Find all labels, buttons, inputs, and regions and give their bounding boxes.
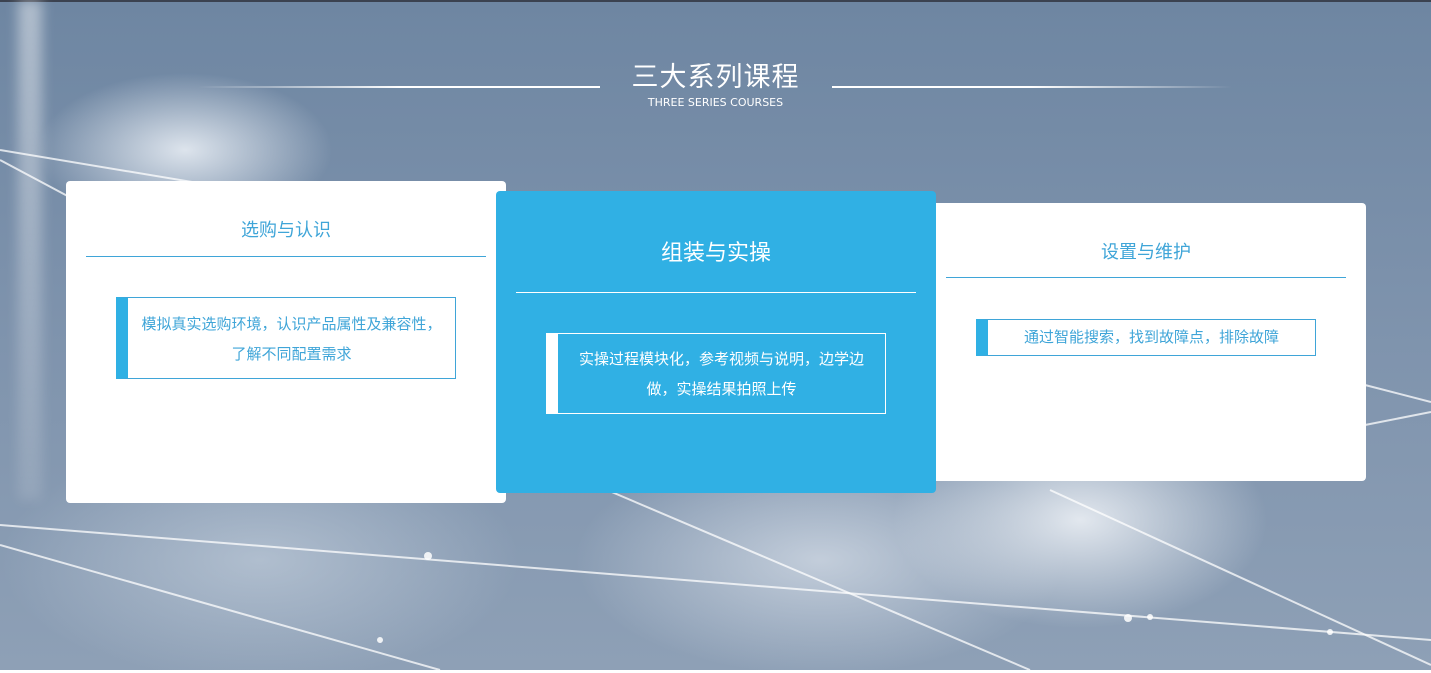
- card-divider: [946, 277, 1346, 278]
- card-divider: [86, 256, 486, 257]
- section-subtitle: THREE SERIES COURSES: [647, 96, 784, 109]
- course-card-title: 设置与维护: [1101, 242, 1191, 263]
- course-card-title: 选购与认识: [241, 220, 331, 241]
- course-card-selection[interactable]: 选购与认识 模拟真实选购环境，认识产品属性及兼容性，了解不同配置需求: [66, 181, 506, 503]
- course-card-assembly[interactable]: 组装与实操 实操过程模块化，参考视频与说明，边学边做，实操结果拍照上传: [496, 191, 936, 493]
- course-card-description: 模拟真实选购环境，认识产品属性及兼容性，了解不同配置需求: [116, 297, 456, 379]
- course-card-description: 实操过程模块化，参考视频与说明，边学边做，实操结果拍照上传: [546, 333, 886, 414]
- section-title: 三大系列课程: [631, 62, 800, 93]
- section-heading: 三大系列课程 THREE SERIES COURSES: [0, 60, 1431, 110]
- courses-section: 三大系列课程 THREE SERIES COURSES 选购与认识 模拟真实选购…: [0, 0, 1431, 670]
- card-divider: [516, 292, 916, 293]
- course-card-maintenance[interactable]: 设置与维护 通过智能搜索，找到故障点，排除故障: [926, 203, 1366, 481]
- course-card-title: 组装与实操: [660, 241, 771, 266]
- course-card-description: 通过智能搜索，找到故障点，排除故障: [976, 319, 1316, 356]
